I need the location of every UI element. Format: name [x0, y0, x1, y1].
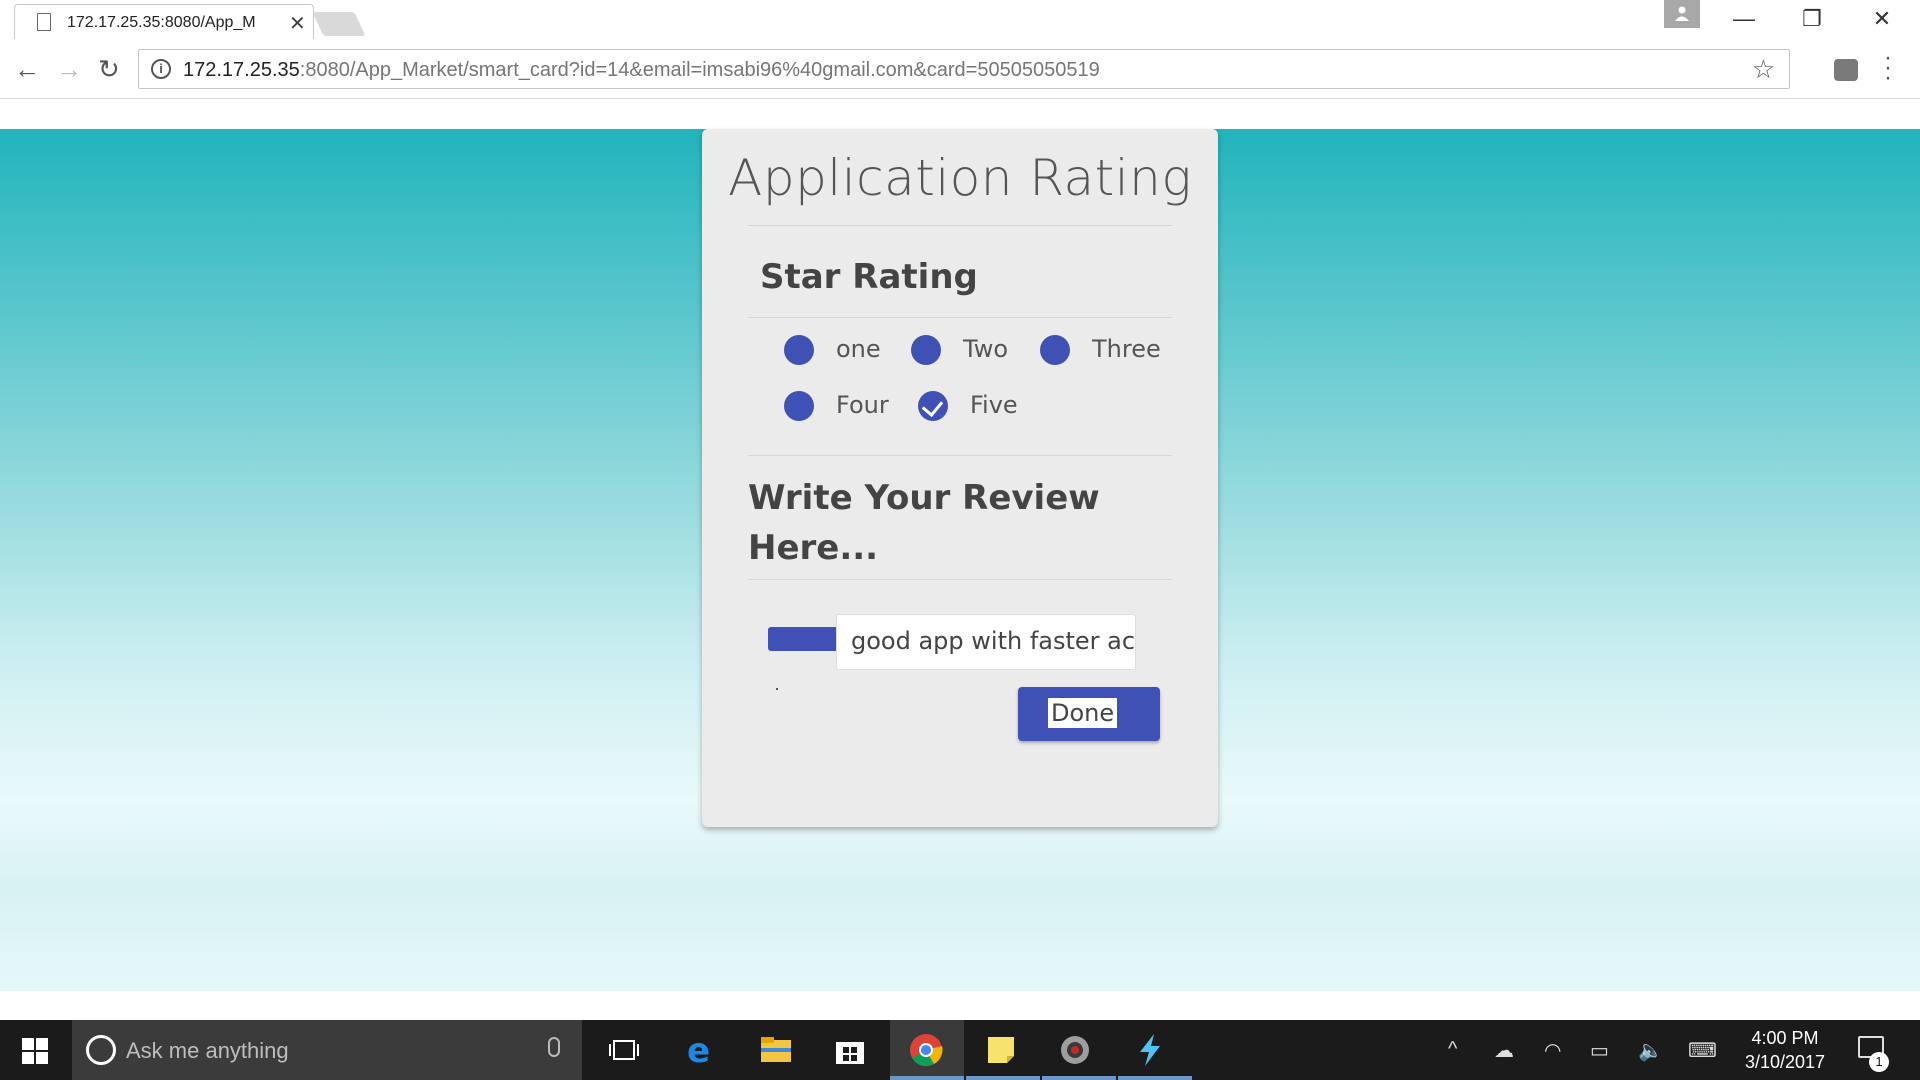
- chevron-up-icon[interactable]: ^: [1448, 1038, 1457, 1061]
- url-text: 172.17.25.35:8080/App_Market/smart_card?…: [183, 59, 1100, 82]
- forward-arrow-icon[interactable]: →: [56, 54, 82, 85]
- review-heading-line1: Write Your Review: [748, 478, 1100, 518]
- rating-label: Two: [963, 335, 1008, 363]
- url-host: 172.17.25.35: [183, 59, 300, 81]
- restore-icon[interactable]: ❐: [1790, 6, 1834, 32]
- review-input[interactable]: good app with faster acce: [836, 614, 1136, 670]
- sticky-notes-icon[interactable]: [983, 1032, 1019, 1068]
- microphone-icon[interactable]: [548, 1037, 560, 1057]
- review-accent-bar: [768, 627, 838, 651]
- address-bar[interactable]: i 172.17.25.35:8080/App_Market/smart_car…: [138, 49, 1790, 89]
- window-close-icon[interactable]: ✕: [1860, 6, 1904, 32]
- page-title: Application Rating: [728, 149, 1192, 207]
- tab-strip: 172.17.25.35:8080/App_M ✕ — ❐ ✕: [0, 0, 1920, 39]
- lightning-app-icon[interactable]: [1132, 1032, 1168, 1068]
- info-icon[interactable]: i: [151, 59, 171, 79]
- edge-browser-icon[interactable]: e: [683, 1032, 719, 1068]
- url-path: :8080/App_Market/smart_card?id=14&email=…: [299, 59, 1100, 81]
- user-icon: [1675, 6, 1689, 21]
- wifi-icon[interactable]: ◠: [1544, 1038, 1561, 1063]
- task-view-icon[interactable]: [606, 1032, 642, 1068]
- done-button[interactable]: Done: [1018, 687, 1160, 741]
- notification-badge: 1: [1869, 1052, 1889, 1072]
- divider: [748, 579, 1172, 580]
- rating-label: one: [836, 335, 881, 363]
- system-clock[interactable]: 4:00 PM 3/10/2017: [1744, 1026, 1826, 1074]
- search-placeholder: Ask me anything: [126, 1038, 289, 1063]
- reload-icon[interactable]: ↻: [98, 54, 120, 85]
- divider: [748, 317, 1172, 318]
- windows-start-icon[interactable]: [22, 1038, 48, 1064]
- file-explorer-icon[interactable]: [758, 1032, 794, 1068]
- clock-date: 3/10/2017: [1744, 1052, 1826, 1072]
- rating-label: Four: [836, 391, 889, 419]
- done-button-label: Done: [1048, 698, 1118, 728]
- onedrive-cloud-icon[interactable]: ☁: [1494, 1038, 1514, 1063]
- battery-icon[interactable]: ▭: [1590, 1038, 1609, 1063]
- active-indicator: [1118, 1076, 1192, 1080]
- review-heading-line2: Here...: [748, 528, 879, 568]
- svg-text:e: e: [687, 1032, 710, 1068]
- tab-title: 172.17.25.35:8080/App_M: [67, 14, 256, 31]
- radio-icon[interactable]: [1040, 335, 1070, 365]
- divider: [748, 455, 1172, 456]
- rating-label: Three: [1092, 335, 1161, 363]
- clock-time: 4:00 PM: [1751, 1028, 1819, 1048]
- volume-icon[interactable]: 🔈: [1638, 1038, 1663, 1063]
- active-indicator: [1042, 1076, 1116, 1080]
- active-indicator: [890, 1076, 964, 1080]
- store-icon[interactable]: [832, 1032, 868, 1068]
- menu-dots-icon[interactable]: · · ·: [1884, 46, 1892, 90]
- cortana-icon: [86, 1035, 116, 1065]
- extension-icon[interactable]: [1834, 59, 1858, 81]
- active-indicator: [966, 1076, 1040, 1080]
- radio-icon[interactable]: [911, 335, 941, 365]
- taskbar: Ask me anything e ^ ☁ ◠ ▭ 🔈 ⌨ 4:00 PM 3/…: [0, 1020, 1920, 1080]
- review-heading: Write Your Review Here...: [748, 473, 1100, 573]
- browser-toolbar: ← → ↻ i 172.17.25.35:8080/App_Market/sma…: [0, 39, 1920, 99]
- minimize-icon[interactable]: —: [1722, 6, 1766, 32]
- profile-button[interactable]: [1664, 0, 1700, 28]
- rating-label: Five: [970, 391, 1018, 419]
- checked-radio-icon[interactable]: [918, 391, 948, 421]
- radio-icon[interactable]: [784, 391, 814, 421]
- new-tab-button[interactable]: [312, 12, 366, 36]
- bookmark-star-icon[interactable]: ☆: [1752, 54, 1775, 85]
- star-rating-heading: Star Rating: [760, 257, 978, 297]
- radio-icon[interactable]: [784, 335, 814, 365]
- tab-close-icon[interactable]: ✕: [289, 11, 306, 36]
- chrome-icon[interactable]: [908, 1032, 944, 1068]
- cortana-search-box[interactable]: Ask me anything: [72, 1020, 582, 1080]
- keyboard-icon[interactable]: ⌨: [1688, 1038, 1717, 1063]
- settings-app-icon[interactable]: [1057, 1032, 1093, 1068]
- divider: [748, 225, 1172, 226]
- back-arrow-icon[interactable]: ←: [14, 54, 40, 85]
- document-icon: [37, 13, 51, 31]
- browser-tab[interactable]: 172.17.25.35:8080/App_M ✕: [14, 4, 314, 39]
- stray-dot: [776, 688, 778, 690]
